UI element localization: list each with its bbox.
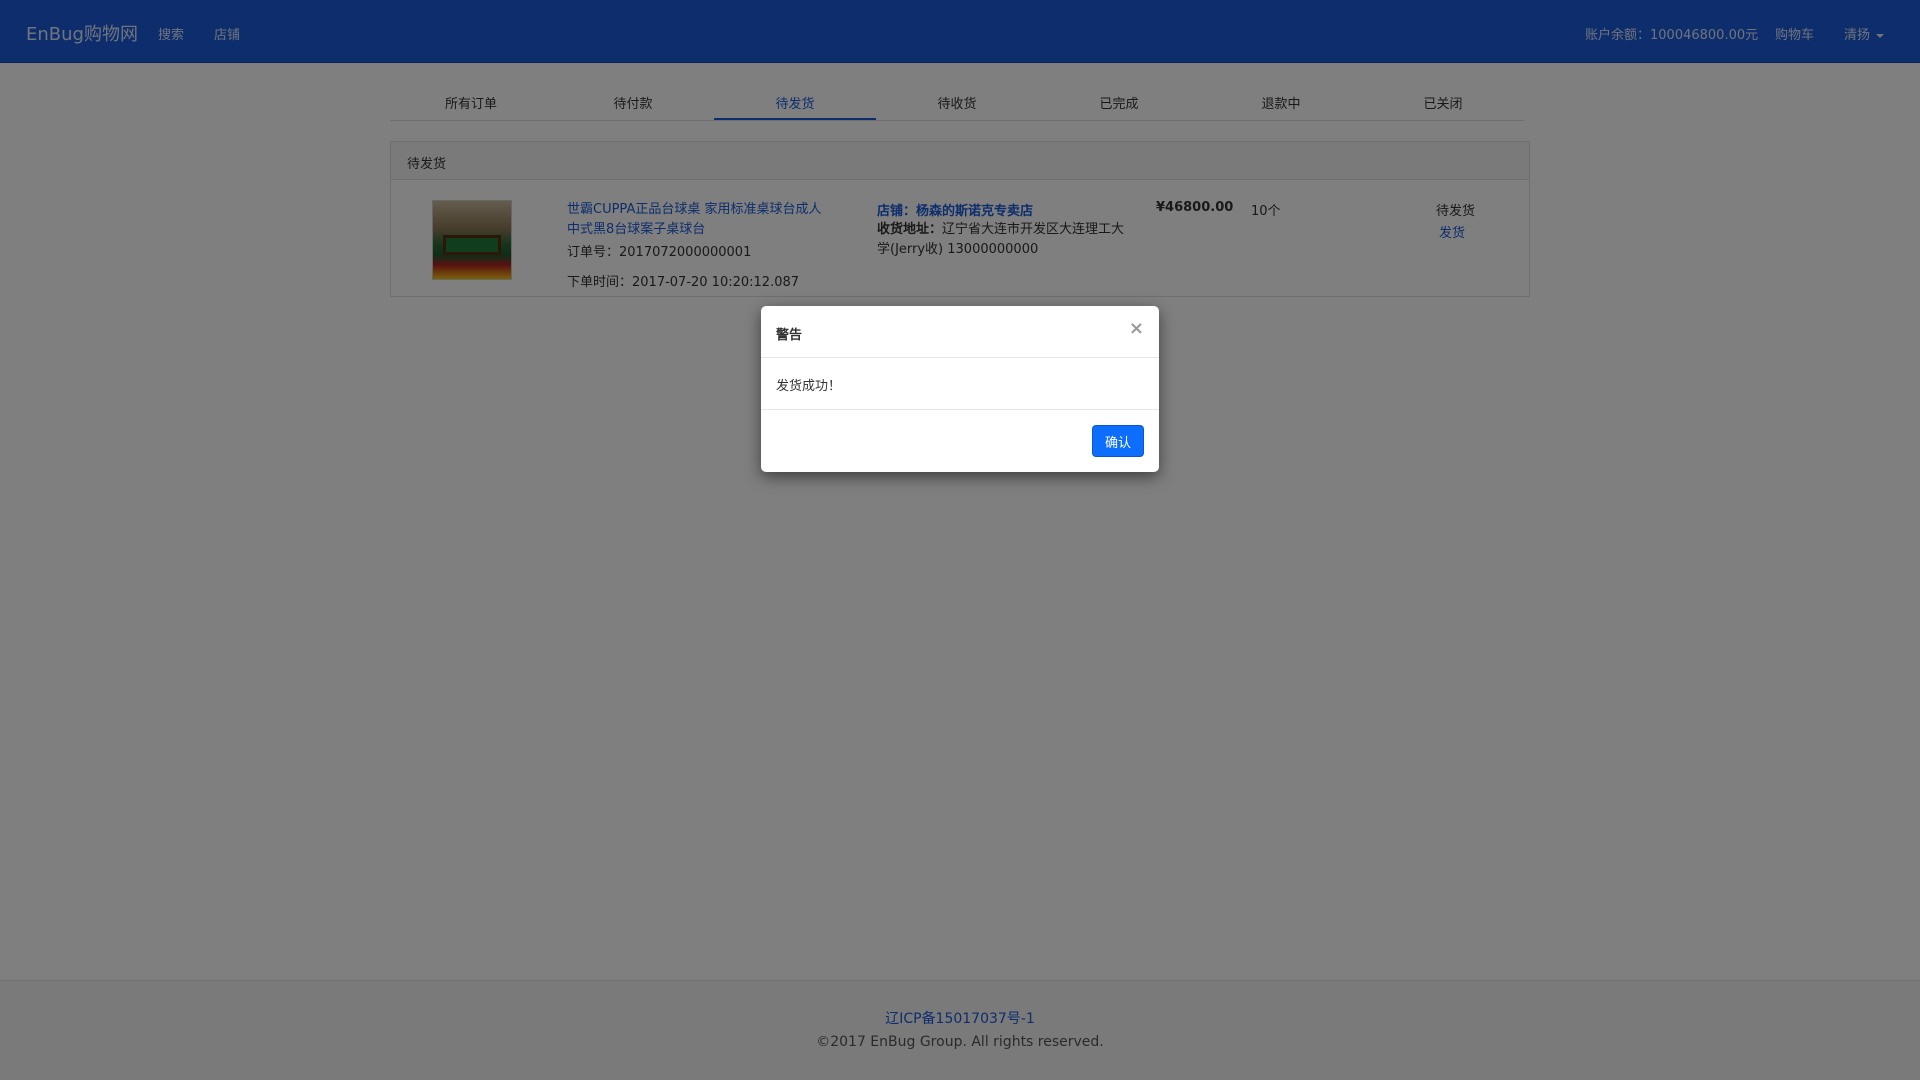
- modal-header: 警告: [761, 306, 1159, 358]
- modal-title: 警告: [776, 328, 803, 343]
- modal-backdrop[interactable]: [0, 0, 1920, 1080]
- confirm-button[interactable]: 确认: [1092, 425, 1144, 457]
- close-icon[interactable]: ×: [1129, 318, 1144, 339]
- alert-modal: 警告 × 发货成功！ 确认: [761, 306, 1159, 472]
- modal-footer: 确认: [761, 410, 1159, 472]
- modal-message: 发货成功！: [761, 358, 1159, 410]
